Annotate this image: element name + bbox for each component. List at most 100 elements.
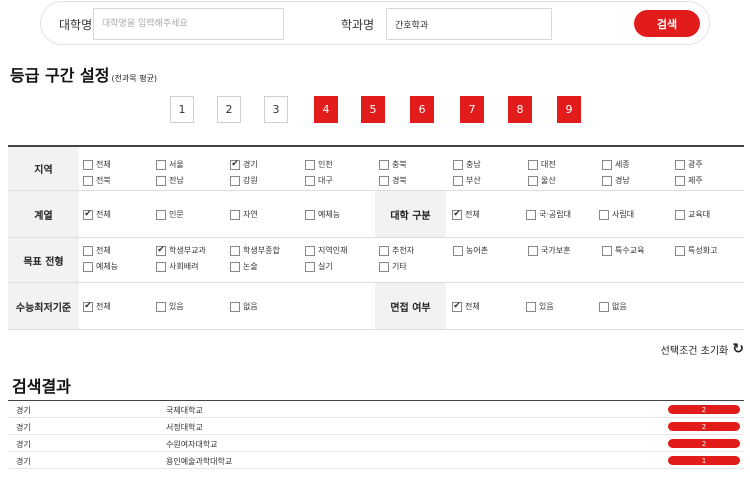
checkbox[interactable] [453,175,463,186]
filter-admission-option[interactable]: 추천자 [379,245,414,256]
grade-button-5[interactable]: 5 [361,96,385,123]
filter-admission-option[interactable]: 사회배려 [156,261,198,272]
checkbox[interactable] [83,245,93,256]
filter-interview-option[interactable]: 전체 [452,301,480,312]
filter-region-option[interactable]: 전북 [83,175,111,186]
checkbox-checked[interactable] [452,301,462,312]
checkbox-checked[interactable] [452,209,462,220]
checkbox[interactable] [602,175,612,186]
checkbox[interactable] [602,159,612,170]
checkbox[interactable] [230,209,240,220]
filter-univ_type-option[interactable]: 국·공립대 [526,209,571,220]
checkbox[interactable] [156,261,166,272]
filter-region-option[interactable]: 경북 [379,175,407,186]
checkbox[interactable] [675,209,685,220]
checkbox[interactable] [156,175,166,186]
result-row[interactable]: 경기 서정대학교 2 [8,418,744,435]
grade-button-8[interactable]: 8 [508,96,532,123]
checkbox[interactable] [599,301,609,312]
result-row[interactable]: 경기 수원여자대학교 2 [8,435,744,452]
checkbox[interactable] [599,209,609,220]
filter-region-option[interactable]: 대구 [305,175,333,186]
checkbox[interactable] [675,245,685,256]
checkbox[interactable] [305,209,315,220]
checkbox[interactable] [83,261,93,272]
filter-admission-option[interactable]: 기타 [379,261,407,272]
checkbox[interactable] [230,175,240,186]
checkbox[interactable] [379,159,389,170]
checkbox[interactable] [305,175,315,186]
filter-admission-option[interactable]: 학생부종합 [230,245,280,256]
filter-track-option[interactable]: 예체능 [305,209,340,220]
grade-button-2[interactable]: 2 [217,96,241,123]
checkbox-checked[interactable] [156,245,166,256]
filter-region-option[interactable]: 부산 [453,175,481,186]
filter-csat_min-option[interactable]: 전체 [83,301,111,312]
filter-region-option[interactable]: 경기 [230,159,258,170]
filter-csat_min-option[interactable]: 있음 [156,301,184,312]
checkbox[interactable] [453,245,463,256]
result-row[interactable]: 경기 국제대학교 2 [8,401,744,418]
filter-admission-option[interactable]: 특성화고 [675,245,717,256]
checkbox[interactable] [526,209,536,220]
filter-univ_type-option[interactable]: 교육대 [675,209,710,220]
checkbox[interactable] [156,159,166,170]
checkbox[interactable] [675,175,685,186]
grade-button-6[interactable]: 6 [410,96,434,123]
filter-interview-option[interactable]: 있음 [526,301,554,312]
filter-univ_type-option[interactable]: 전체 [452,209,480,220]
checkbox[interactable] [305,159,315,170]
filter-region-option[interactable]: 대전 [528,159,556,170]
checkbox[interactable] [528,159,538,170]
grade-button-7[interactable]: 7 [460,96,484,123]
checkbox[interactable] [83,159,93,170]
filter-admission-option[interactable]: 학생부교과 [156,245,206,256]
checkbox[interactable] [379,245,389,256]
checkbox[interactable] [379,261,389,272]
filter-track-option[interactable]: 전체 [83,209,111,220]
checkbox[interactable] [526,301,536,312]
filter-univ_type-option[interactable]: 사립대 [599,209,634,220]
filter-admission-option[interactable]: 실기 [305,261,333,272]
filter-interview-option[interactable]: 없음 [599,301,627,312]
result-university-name[interactable]: 수원여자대학교 [166,439,218,450]
filter-region-option[interactable]: 제주 [675,175,703,186]
reset-filters-button[interactable]: 선택조건 초기화 ↻ [661,341,744,357]
result-row[interactable]: 경기 용인예술과학대학교 1 [8,452,744,469]
checkbox-checked[interactable] [83,301,93,312]
department-search-input[interactable] [386,8,552,40]
filter-csat_min-option[interactable]: 없음 [230,301,258,312]
filter-region-option[interactable]: 충남 [453,159,481,170]
grade-button-1[interactable]: 1 [170,96,194,123]
checkbox[interactable] [379,175,389,186]
checkbox[interactable] [305,245,315,256]
checkbox[interactable] [83,175,93,186]
filter-admission-option[interactable]: 국가보훈 [528,245,570,256]
university-search-input[interactable] [93,8,284,40]
filter-region-option[interactable]: 서울 [156,159,184,170]
checkbox[interactable] [602,245,612,256]
grade-button-3[interactable]: 3 [264,96,288,123]
filter-region-option[interactable]: 충북 [379,159,407,170]
checkbox[interactable] [675,159,685,170]
checkbox[interactable] [156,209,166,220]
checkbox[interactable] [230,261,240,272]
filter-region-option[interactable]: 세종 [602,159,630,170]
filter-admission-option[interactable]: 전체 [83,245,111,256]
checkbox[interactable] [305,261,315,272]
checkbox[interactable] [230,301,240,312]
search-button[interactable]: 검색 [634,10,700,37]
filter-admission-option[interactable]: 특수교육 [602,245,644,256]
filter-region-option[interactable]: 전남 [156,175,184,186]
checkbox[interactable] [156,301,166,312]
result-university-name[interactable]: 국제대학교 [166,405,203,416]
grade-button-9[interactable]: 9 [557,96,581,123]
filter-region-option[interactable]: 강원 [230,175,258,186]
filter-track-option[interactable]: 자연 [230,209,258,220]
filter-admission-option[interactable]: 농어촌 [453,245,488,256]
checkbox-checked[interactable] [83,209,93,220]
filter-region-option[interactable]: 인천 [305,159,333,170]
filter-admission-option[interactable]: 논술 [230,261,258,272]
result-university-name[interactable]: 용인예술과학대학교 [166,456,232,467]
result-university-name[interactable]: 서정대학교 [166,422,203,433]
